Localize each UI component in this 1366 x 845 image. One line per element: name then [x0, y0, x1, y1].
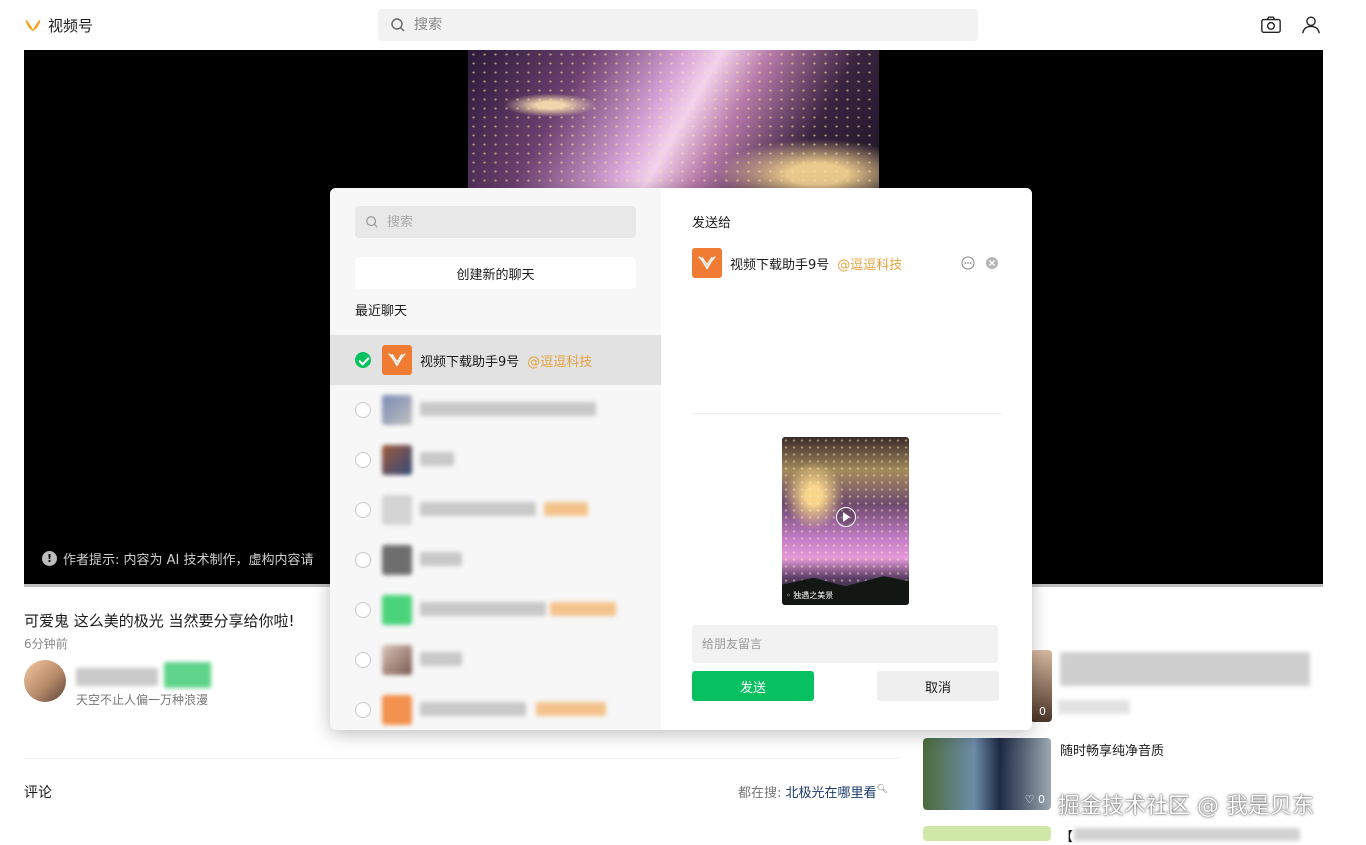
send-button[interactable]: 发送 [692, 671, 814, 701]
video-preview-card: ◦ 独遇之美景 [782, 437, 909, 605]
cancel-button[interactable]: 取消 [877, 671, 999, 701]
chat-list-item[interactable] [330, 385, 661, 435]
recommendation-title-blurred[interactable] [1060, 652, 1310, 686]
top-search-input[interactable] [414, 17, 934, 33]
chat-name-blurred [420, 552, 462, 566]
top-header: 视频号 [0, 0, 1366, 50]
chat-picker-panel: 创建新的聊天 最近聊天 视频下载助手9号@逗逗科技 [330, 188, 661, 730]
comments-label: 评论 [24, 785, 52, 801]
logo-text: 视频号 [48, 16, 94, 35]
chat-list-item[interactable] [330, 435, 661, 485]
channels-logo-icon [698, 256, 716, 270]
author-description: 天空不止人偏一万种浪漫 [76, 693, 209, 707]
chat-name-blurred [420, 402, 596, 416]
radio-icon[interactable] [355, 602, 371, 618]
chat-avatar [382, 495, 412, 525]
trending-keyword[interactable]: 北极光在哪里看 [786, 786, 877, 801]
chat-avatar [382, 345, 412, 375]
selected-recipient: 视频下载助手9号 @逗逗科技 [692, 248, 1002, 278]
radio-icon[interactable] [355, 552, 371, 568]
preview-tag: ◦ 独遇之美景 [786, 591, 834, 600]
chat-org-blurred [544, 502, 588, 516]
chat-avatar [382, 545, 412, 575]
chat-list-item[interactable]: 视频下载助手9号 @逗逗科技 [330, 335, 661, 385]
channels-logo-icon [388, 353, 406, 367]
chat-list-item[interactable] [330, 685, 661, 730]
radio-icon[interactable] [355, 452, 371, 468]
post-time: 6分钟前 [24, 637, 68, 651]
play-icon [836, 507, 856, 527]
send-to-label: 发送给 [692, 216, 732, 231]
ai-content-hint: ! 作者提示: 内容为 AI 技术制作，虚构内容请 [42, 549, 314, 568]
user-icon[interactable] [1300, 14, 1322, 36]
chat-avatar [382, 445, 412, 475]
create-new-chat-button[interactable]: 创建新的聊天 [355, 257, 636, 289]
radio-icon[interactable] [355, 502, 371, 518]
watermark-text: 掘金技术社区 @ 我是贝东 [1058, 794, 1314, 819]
content-divider [24, 758, 900, 759]
chat-list-item[interactable] [330, 585, 661, 635]
recommendation-title[interactable]: 【 [1060, 826, 1073, 845]
chat-avatar [382, 645, 412, 675]
radio-icon[interactable] [355, 702, 371, 718]
author-avatar[interactable] [24, 660, 66, 702]
chat-name: 视频下载助手9号 @逗逗科技 [420, 354, 593, 370]
recent-chats-label: 最近聊天 [355, 304, 408, 319]
radio-icon[interactable] [355, 652, 371, 668]
chat-name-blurred [420, 502, 536, 516]
author-badge-blurred [164, 662, 211, 688]
recipient-name: 视频下载助手9号 @逗逗科技 [730, 257, 903, 273]
author-name-blurred[interactable] [76, 668, 158, 686]
chat-list-item[interactable] [330, 535, 661, 585]
top-search-bar[interactable] [378, 9, 978, 41]
more-options-icon[interactable] [961, 256, 975, 270]
radio-icon[interactable] [355, 402, 371, 418]
recommendation-thumbnail[interactable]: ♡ 0 [923, 738, 1051, 810]
chat-name-blurred [420, 452, 454, 466]
chat-avatar [382, 595, 412, 625]
recommendation-title[interactable]: 随时畅享纯净音质 [1060, 740, 1164, 759]
search-small-icon: 🔍︎ [876, 784, 888, 795]
search-icon [391, 18, 405, 32]
trending-prefix: 都在搜: [738, 786, 782, 801]
panel-divider [692, 413, 1002, 414]
chat-list-item[interactable] [330, 485, 661, 535]
chat-org-blurred [550, 602, 616, 616]
recommendation-thumbnail[interactable] [923, 826, 1051, 841]
info-icon: ! [42, 551, 57, 566]
chat-search-bar[interactable] [355, 206, 636, 238]
chat-org-blurred [536, 702, 606, 716]
chat-list-item[interactable] [330, 635, 661, 685]
share-modal: 创建新的聊天 最近聊天 视频下载助手9号@逗逗科技 [330, 188, 1032, 730]
recommendation-title-blurred [1074, 828, 1300, 841]
search-icon [366, 216, 378, 228]
recipient-avatar [692, 248, 722, 278]
chat-name-blurred [420, 602, 546, 616]
chat-search-input[interactable] [387, 214, 617, 230]
video-frame [468, 50, 879, 188]
like-count: ♡ 0 [1024, 793, 1045, 806]
trending-search[interactable]: 都在搜: 北极光在哪里看🔍︎ [738, 782, 888, 801]
ai-hint-text: 作者提示: 内容为 AI 技术制作，虚构内容请 [63, 553, 314, 568]
remove-recipient-icon[interactable] [985, 256, 999, 270]
channels-logo[interactable]: 视频号 [24, 14, 93, 36]
recommendation-thumbnail[interactable]: 0 [1030, 650, 1052, 722]
message-input[interactable] [702, 637, 982, 651]
recommendation-author-blurred [1058, 700, 1130, 714]
chat-avatar [382, 395, 412, 425]
channels-logo-icon [25, 19, 41, 31]
chat-avatar [382, 695, 412, 725]
camera-icon[interactable] [1260, 14, 1282, 36]
chat-name-blurred [420, 652, 462, 666]
selected-radio-icon[interactable] [355, 352, 371, 368]
chat-name-blurred [420, 702, 526, 716]
message-field[interactable] [692, 625, 998, 663]
like-count: 0 [1039, 705, 1046, 718]
post-title: 可爱鬼 这么美的极光 当然要分享给你啦! [24, 612, 295, 630]
